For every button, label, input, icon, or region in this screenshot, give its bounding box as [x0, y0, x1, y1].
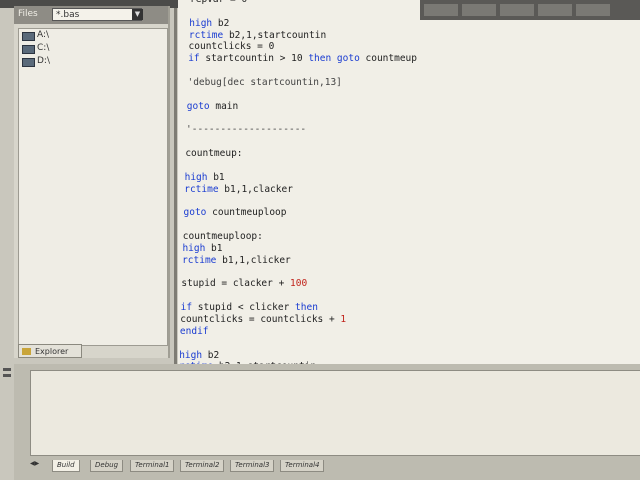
- code-token: endif: [179, 325, 209, 337]
- code-token: b1: [205, 242, 223, 254]
- code-token: b2: [212, 17, 230, 29]
- code-token: then: [295, 302, 318, 314]
- bottom-tab-strip: ◀▶ Build Debug Terminal1 Terminal2 Terminal3…: [30, 460, 640, 472]
- code-line: rctime b1,1,clicker: [182, 255, 291, 266]
- drive-item-c[interactable]: C:\: [19, 42, 167, 55]
- editor-tab[interactable]: [462, 4, 496, 16]
- drive-item-a[interactable]: A:\: [19, 29, 167, 42]
- drive-item-d[interactable]: D:\: [19, 55, 167, 68]
- code-line: rctime b1,1,clacker: [184, 184, 293, 195]
- editor-tab[interactable]: [538, 4, 572, 16]
- side-markers: [0, 366, 14, 386]
- code-line: if stupid < clicker then: [181, 302, 318, 313]
- code-token: b2: [202, 349, 220, 361]
- code-token: if: [188, 53, 200, 65]
- code-editor[interactable]: repvar = 0high b2rctime b2,1,startcounti…: [178, 0, 640, 372]
- drive-label: C:\: [37, 43, 50, 53]
- drive-icon: [22, 32, 35, 41]
- code-token: countmeuploop:: [182, 231, 263, 242]
- code-token: then goto: [308, 53, 360, 65]
- code-token: high: [184, 171, 208, 183]
- code-line: countmeuploop:: [183, 231, 263, 242]
- explorer-header: Files *.bas ▼: [14, 6, 168, 24]
- tab-explorer-label: Explorer: [35, 347, 69, 356]
- marker: [3, 368, 11, 371]
- code-token: rctime: [184, 183, 219, 195]
- code-token: 1: [340, 313, 347, 325]
- code-token: b1: [207, 171, 225, 183]
- code-token: b1,1,clacker: [218, 183, 293, 195]
- code-line: stupid = clacker + 100: [181, 278, 307, 289]
- code-line: countmeup:: [185, 148, 242, 159]
- drive-icon: [22, 58, 35, 67]
- tab-build[interactable]: Build: [52, 460, 80, 472]
- marker: [3, 374, 11, 377]
- code-text[interactable]: repvar = 0high b2rctime b2,1,startcounti…: [178, 0, 640, 372]
- code-token: countmeup: [359, 53, 417, 65]
- tab-terminal2[interactable]: Terminal2: [180, 460, 225, 472]
- code-line: goto main: [187, 101, 239, 112]
- code-token: goto: [186, 100, 210, 112]
- code-token: countclicks = countclicks +: [180, 313, 341, 325]
- editor-tab[interactable]: [424, 4, 458, 16]
- code-token: high: [182, 242, 206, 254]
- tab-terminal3[interactable]: Terminal3: [230, 460, 275, 472]
- code-line: rctime b2,1,startcountin: [189, 30, 326, 41]
- code-token: high: [179, 349, 203, 361]
- code-line: '--------------------: [186, 124, 306, 135]
- folder-icon: [22, 348, 31, 355]
- tab-explorer[interactable]: Explorer: [18, 344, 82, 358]
- code-line: high b2: [179, 350, 219, 361]
- code-token: rctime: [188, 29, 224, 41]
- code-line: repvar = 0: [190, 0, 247, 5]
- drive-label: A:\: [37, 30, 50, 40]
- tab-debug[interactable]: Debug: [90, 460, 124, 472]
- code-line: endif: [180, 326, 209, 337]
- code-token: countmeuploop: [206, 207, 287, 219]
- code-line: high b1: [182, 243, 222, 254]
- code-token: if: [180, 302, 193, 314]
- code-token: startcountin > 10: [199, 53, 309, 65]
- code-token: '--------------------: [186, 124, 307, 136]
- code-token: rctime: [182, 254, 217, 266]
- code-token: countmeup:: [185, 148, 243, 160]
- code-token: stupid = clacker +: [181, 278, 291, 290]
- code-line: countclicks = 0: [189, 41, 275, 52]
- code-token: stupid < clicker: [192, 302, 296, 314]
- drive-icon: [22, 45, 35, 54]
- code-token: 100: [290, 278, 308, 290]
- panel-splitter[interactable]: [174, 8, 177, 364]
- code-line: if startcountin > 10 then goto countmeup: [188, 53, 417, 64]
- explorer-panel: Files *.bas ▼ A:\ C:\ D:\ Explorer: [14, 6, 170, 358]
- code-token: high: [189, 17, 213, 29]
- tab-terminal1[interactable]: Terminal1: [130, 460, 175, 472]
- drive-tree: A:\ C:\ D:\: [18, 28, 168, 346]
- code-line: high b2: [189, 18, 229, 29]
- code-token: b2,1,startcountin: [223, 29, 327, 41]
- code-token: 'debug[dec startcountin,13]: [187, 76, 342, 88]
- code-token: goto: [183, 207, 207, 219]
- files-label: Files: [18, 9, 38, 19]
- tab-terminal4[interactable]: Terminal4: [280, 460, 325, 472]
- code-token: main: [209, 100, 239, 112]
- code-token: b1,1,clicker: [216, 254, 291, 266]
- code-line: high b1: [185, 172, 225, 183]
- file-filter-combo[interactable]: *.bas: [52, 8, 142, 21]
- build-output[interactable]: [30, 370, 640, 456]
- editor-tab-strip: [420, 0, 640, 20]
- chevron-down-icon[interactable]: ▼: [132, 9, 143, 20]
- editor-tab[interactable]: [500, 4, 534, 16]
- editor-tab[interactable]: [576, 4, 610, 16]
- output-frame: ◀▶ Build Debug Terminal1 Terminal2 Terminal3…: [14, 364, 640, 480]
- drive-label: D:\: [37, 56, 50, 66]
- code-line: countclicks = countclicks + 1: [180, 314, 346, 325]
- code-line: 'debug[dec startcountin,13]: [187, 77, 341, 88]
- code-line: goto countmeuploop: [184, 207, 287, 218]
- screen: Files *.bas ▼ A:\ C:\ D:\ Explorer repv: [0, 0, 640, 480]
- code-token: repvar = 0: [190, 0, 247, 5]
- code-token: countclicks = 0: [188, 41, 275, 53]
- tab-nav-arrows-icon[interactable]: ◀▶: [30, 460, 44, 471]
